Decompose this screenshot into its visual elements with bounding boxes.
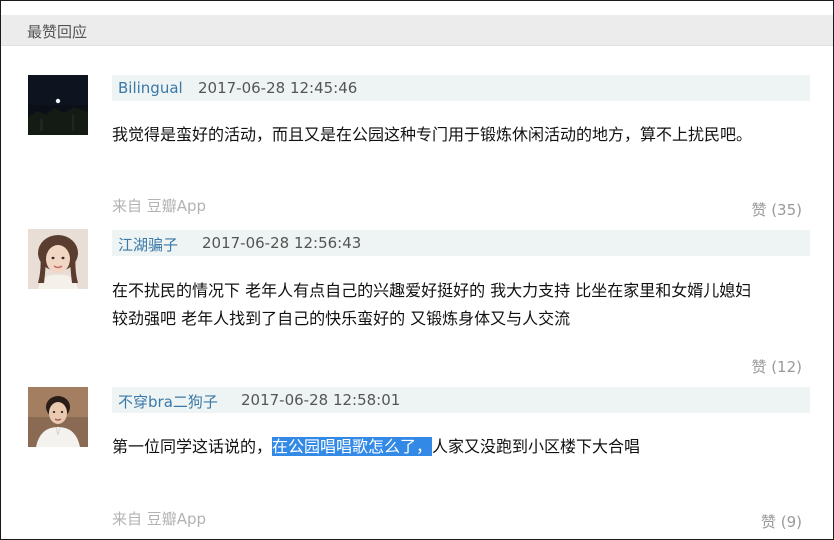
section-title: 最赞回应 — [27, 23, 88, 41]
like-button[interactable]: 赞 (9) — [761, 511, 802, 532]
comment-text-line2: 较劲强吧 老年人找到了自己的快乐蛮好的 又锻炼身体又与人交流 — [112, 309, 571, 328]
comment-meta: 不穿bra二狗子 2017-06-28 12:58:01 — [112, 387, 810, 413]
selected-text-highlight: 在公园唱唱歌怎么了， — [272, 437, 433, 456]
comment-text: 在不扰民的情况下 老年人有点自己的兴趣爱好挺好的 我大力支持 比坐在家里和女婿儿… — [112, 281, 752, 300]
comment-text: 第一位同学这话说的，在公园唱唱歌怎么了，人家又没跑到小区楼下大合唱 — [112, 433, 812, 461]
comment-text: 我觉得是蛮好的活动，而且又是在公园这种专门用于锻炼休闲活动的地方，算不上扰民吧。 — [112, 125, 753, 144]
avatar[interactable] — [28, 75, 88, 135]
author-link[interactable]: 江湖骗子 — [118, 234, 178, 255]
comment-meta: Bilingual 2017-06-28 12:45:46 — [112, 75, 810, 101]
source-link[interactable]: 来自 豆瓣App — [112, 508, 206, 529]
comments-panel: 最赞回应 Bilingual 2017-06-28 12:45:46 我觉得是蛮… — [0, 0, 834, 540]
like-button[interactable]: 赞 (12) — [751, 356, 802, 377]
author-link[interactable]: Bilingual — [118, 79, 183, 97]
section-header: 最赞回应 — [1, 15, 833, 46]
avatar-night-scene-image — [28, 75, 88, 135]
like-button[interactable]: 赞 (35) — [751, 199, 802, 220]
comment-timestamp: 2017-06-28 12:58:01 — [241, 391, 401, 409]
comment-timestamp: 2017-06-28 12:56:43 — [202, 234, 362, 252]
avatar-portrait-image — [28, 229, 88, 289]
author-link[interactable]: 不穿bra二狗子 — [118, 391, 218, 412]
avatar[interactable] — [28, 229, 88, 289]
comment-meta: 江湖骗子 2017-06-28 12:56:43 — [112, 230, 810, 256]
avatar-portrait-image — [28, 387, 88, 447]
comment-text-plain: 人家又没跑到小区楼下大合唱 — [432, 437, 641, 456]
avatar[interactable] — [28, 387, 88, 447]
comment-timestamp: 2017-06-28 12:45:46 — [198, 79, 358, 97]
source-link[interactable]: 来自 豆瓣App — [112, 195, 206, 216]
comment-text-plain: 第一位同学这话说的， — [112, 437, 273, 456]
